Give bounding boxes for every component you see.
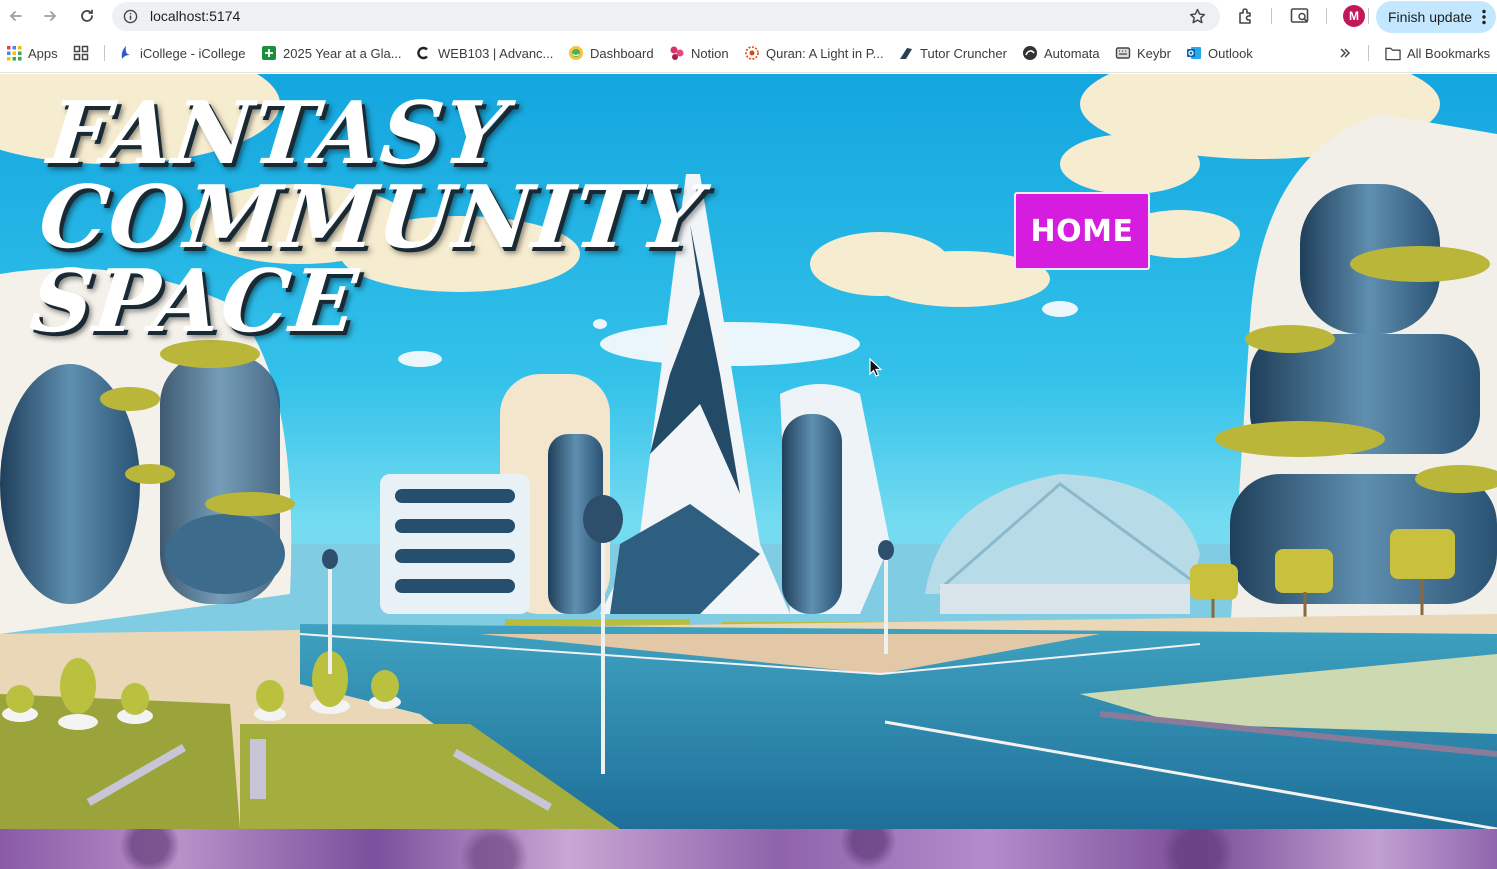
- bookmark-label: 2025 Year at a Gla...: [283, 45, 402, 61]
- site-title-line1: FANTASY COMMUNITY: [34, 83, 708, 268]
- bookmark-label: Apps: [28, 45, 58, 61]
- bookmark-label: Keybr: [1137, 45, 1171, 61]
- bookmark-apps[interactable]: Apps: [6, 44, 58, 62]
- bookmarks-bar: Apps iCollege - iCollege 2025 Year at a …: [0, 33, 1497, 73]
- bookmark-tutor-cruncher[interactable]: Tutor Cruncher: [898, 44, 1007, 62]
- bookmark-label: Automata: [1044, 45, 1100, 61]
- bookmark-year-at-glance[interactable]: 2025 Year at a Gla...: [261, 44, 402, 62]
- profile-avatar[interactable]: M: [1343, 5, 1365, 27]
- bookmark-dashboard[interactable]: Dashboard: [568, 44, 654, 62]
- all-bookmarks-label: All Bookmarks: [1407, 45, 1491, 61]
- keybr-icon: [1115, 45, 1131, 61]
- bookmark-icollege[interactable]: iCollege - iCollege: [118, 44, 246, 62]
- dashboard-icon: [568, 45, 584, 61]
- site-title: FANTASY COMMUNITY SPACE: [26, 83, 913, 352]
- bookmark-separator: [104, 45, 105, 61]
- address-bar[interactable]: localhost:5174: [112, 2, 1220, 31]
- bookmark-keybr[interactable]: Keybr: [1115, 44, 1171, 62]
- codepath-icon: [416, 45, 432, 61]
- notion-icon: [669, 45, 685, 61]
- tutor-cruncher-icon: [898, 45, 914, 61]
- bookmark-label: iCollege - iCollege: [140, 45, 246, 61]
- bookmark-star-icon[interactable]: [1189, 8, 1206, 30]
- site-info-icon[interactable]: [123, 9, 138, 29]
- back-button[interactable]: [4, 4, 28, 28]
- bookmark-notion[interactable]: Notion: [669, 44, 729, 62]
- toolbar-separator: [1326, 8, 1327, 24]
- toolbar-separator: [1271, 8, 1272, 24]
- sheets-icon: [261, 45, 277, 61]
- bookmark-automata[interactable]: Automata: [1022, 44, 1100, 62]
- bookmark-label: Dashboard: [590, 45, 654, 61]
- finish-update-label: Finish update: [1388, 9, 1473, 25]
- tab-groups-icon[interactable]: [73, 44, 89, 62]
- outlook-icon: [1186, 45, 1202, 61]
- icollege-icon: [118, 45, 134, 61]
- page-viewport: FANTASY COMMUNITY SPACE HOME: [0, 74, 1497, 869]
- bookmark-label: Notion: [691, 45, 729, 61]
- back-arrow-icon: [9, 11, 22, 21]
- bookmark-label: Tutor Cruncher: [920, 45, 1007, 61]
- automata-icon: [1022, 45, 1038, 61]
- more-bookmarks-chevron-icon[interactable]: [1338, 44, 1352, 62]
- forward-arrow-icon: [44, 11, 57, 21]
- reload-button[interactable]: [75, 4, 99, 28]
- finish-update-button[interactable]: Finish update: [1376, 1, 1496, 33]
- bookmark-label: Quran: A Light in P...: [766, 45, 884, 61]
- purple-texture-section: [0, 829, 1497, 869]
- mouse-cursor-icon: [869, 357, 883, 383]
- tab-search-icon[interactable]: [1289, 5, 1311, 27]
- quran-icon: [744, 45, 760, 61]
- site-title-line2: SPACE: [25, 251, 363, 352]
- url-text: localhost:5174: [150, 8, 241, 24]
- more-menu-icon[interactable]: [1482, 9, 1486, 28]
- toolbar-separator: [1368, 8, 1369, 24]
- bookmark-outlook[interactable]: Outlook: [1186, 44, 1253, 62]
- extensions-icon[interactable]: [1235, 5, 1257, 27]
- reload-icon: [81, 9, 93, 22]
- apps-grid-icon: [6, 45, 22, 61]
- forward-button[interactable]: [38, 4, 62, 28]
- bookmark-label: Outlook: [1208, 45, 1253, 61]
- bookmark-quran[interactable]: Quran: A Light in P...: [744, 44, 884, 62]
- bookmark-separator: [1368, 45, 1369, 61]
- bookmark-label: WEB103 | Advanc...: [438, 45, 554, 61]
- bookmark-web103[interactable]: WEB103 | Advanc...: [416, 44, 553, 62]
- home-button[interactable]: HOME: [1014, 192, 1150, 270]
- all-bookmarks-button[interactable]: All Bookmarks: [1385, 44, 1490, 62]
- browser-toolbar: localhost:5174 M Finish update: [0, 0, 1497, 33]
- folder-icon: [1385, 45, 1401, 61]
